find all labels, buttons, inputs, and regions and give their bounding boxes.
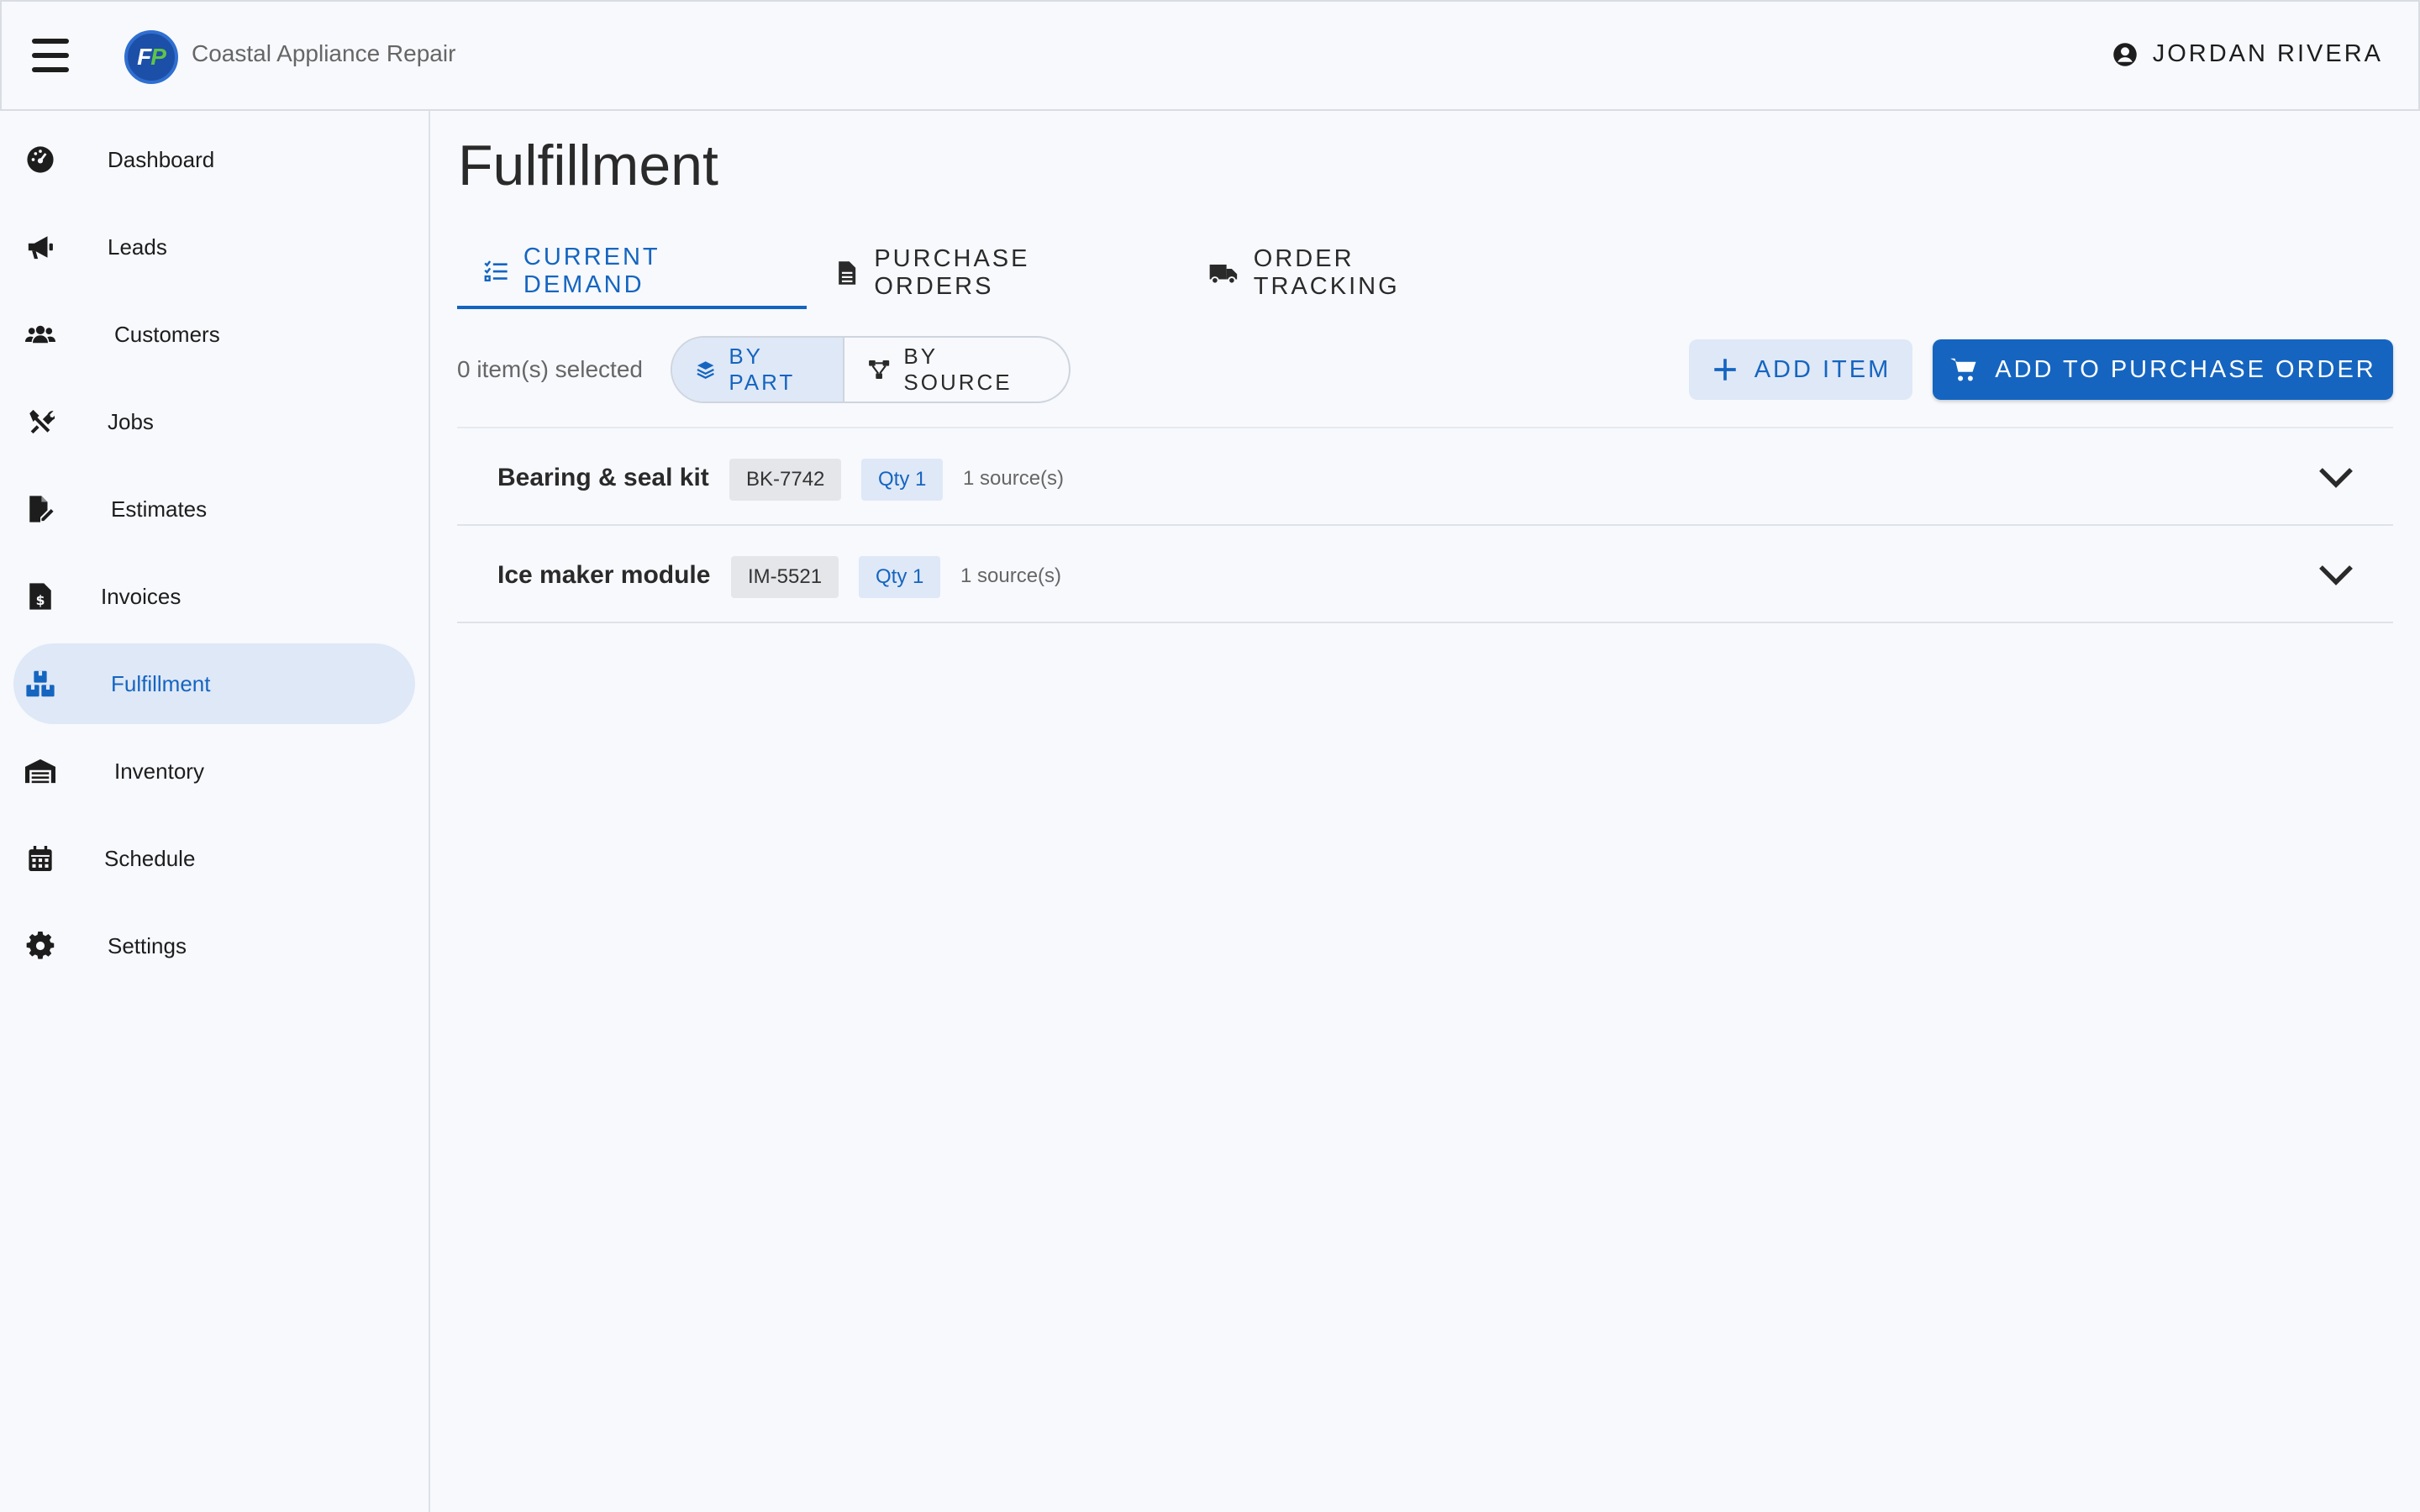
demand-list: Bearing & seal kit BK-7742 Qty 1 1 sourc…: [457, 427, 2393, 623]
top-app-bar: FP Coastal Appliance Repair JORDAN RIVER…: [0, 0, 2420, 111]
tab-label: CURRENT DEMAND: [523, 244, 660, 298]
sidebar-item-customers[interactable]: Customers: [13, 294, 415, 375]
add-item-label: ADD ITEM: [1754, 355, 1891, 383]
network-icon: [869, 360, 890, 379]
plus-icon: [1713, 359, 1736, 381]
sidebar-item-invoices[interactable]: $ Invoices: [13, 556, 415, 637]
sidebar-item-label: Fulfillment: [111, 670, 211, 696]
sidebar-item-label: Schedule: [104, 845, 196, 871]
users-icon: [25, 319, 55, 349]
user-menu[interactable]: JORDAN RIVERA: [2112, 40, 2383, 68]
list-item[interactable]: Ice maker module IM-5521 Qty 1 1 source(…: [457, 526, 2393, 623]
tools-icon: [25, 407, 55, 437]
quantity-chip: Qty 1: [861, 459, 944, 501]
list-item[interactable]: Bearing & seal kit BK-7742 Qty 1 1 sourc…: [457, 428, 2393, 526]
item-name: Bearing & seal kit: [497, 464, 709, 491]
group-by-toggle: BY PART BY SOURCE: [671, 336, 1071, 403]
sidebar-item-label: Customers: [114, 321, 220, 347]
shopping-cart-icon: [1950, 358, 1976, 381]
company-logo: FP: [124, 30, 178, 84]
document-icon: [839, 261, 856, 285]
dashboard-gauge-icon: [25, 144, 55, 175]
item-name: Ice maker module: [497, 561, 711, 589]
by-source-button[interactable]: BY SOURCE: [844, 338, 1069, 402]
user-name: JORDAN RIVERA: [2152, 40, 2383, 67]
sidebar-item-jobs[interactable]: Jobs: [13, 381, 415, 462]
sidebar-item-settings[interactable]: Settings: [13, 906, 415, 986]
tab-label: ORDER TRACKING: [1253, 245, 1400, 300]
warehouse-icon: [25, 756, 55, 786]
by-part-label: BY PART: [729, 344, 796, 395]
sidebar-item-estimates[interactable]: Estimates: [13, 469, 415, 549]
quantity-chip: Qty 1: [859, 556, 941, 598]
sidebar: Dashboard Leads Customers Jobs Estimates…: [0, 111, 430, 1512]
truck-icon: [1209, 265, 1238, 285]
sidebar-item-schedule[interactable]: Schedule: [13, 818, 415, 899]
hamburger-menu-icon[interactable]: [32, 39, 69, 72]
source-count: 1 source(s): [963, 467, 1065, 490]
sidebar-item-label: Settings: [108, 932, 187, 958]
tab-purchase-orders[interactable]: PURCHASE ORDERS: [808, 237, 1170, 309]
by-source-label: BY SOURCE: [903, 344, 1013, 395]
sidebar-item-leads[interactable]: Leads: [13, 207, 415, 287]
svg-text:$: $: [36, 593, 45, 608]
checklist-icon: [484, 260, 508, 282]
account-circle-icon: [2112, 42, 2137, 66]
sidebar-item-fulfillment[interactable]: Fulfillment: [13, 643, 415, 724]
chevron-down-icon[interactable]: [2317, 559, 2354, 590]
boxes-icon: [25, 669, 55, 699]
part-number-chip: BK-7742: [729, 459, 842, 501]
sidebar-item-label: Estimates: [111, 496, 208, 522]
company-name: Coastal Appliance Repair: [192, 40, 456, 66]
sidebar-item-dashboard[interactable]: Dashboard: [13, 119, 415, 200]
add-item-button[interactable]: ADD ITEM: [1689, 339, 1912, 400]
sidebar-item-label: Invoices: [101, 583, 182, 609]
tab-current-demand[interactable]: CURRENT DEMAND: [457, 237, 807, 309]
gear-icon: [25, 931, 55, 961]
chevron-down-icon[interactable]: [2317, 462, 2354, 492]
sidebar-item-label: Inventory: [114, 758, 204, 784]
by-part-button[interactable]: BY PART: [672, 338, 845, 402]
source-count: 1 source(s): [960, 564, 1062, 587]
file-edit-icon: [25, 494, 55, 524]
calendar-icon: [25, 843, 55, 874]
layers-icon: [697, 361, 714, 380]
sidebar-item-label: Dashboard: [108, 146, 215, 172]
page-title: Fulfillment: [458, 134, 718, 197]
tab-order-tracking[interactable]: ORDER TRACKING: [1181, 237, 1534, 309]
sidebar-item-label: Leads: [108, 234, 167, 260]
part-number-chip: IM-5521: [731, 556, 839, 598]
add-to-purchase-order-label: ADD TO PURCHASE ORDER: [1995, 355, 2376, 383]
add-to-purchase-order-button[interactable]: ADD TO PURCHASE ORDER: [1933, 339, 2393, 400]
invoice-dollar-icon: $: [25, 581, 55, 612]
selection-count: 0 item(s) selected: [457, 356, 643, 382]
tab-label: PURCHASE ORDERS: [874, 245, 1030, 300]
sidebar-item-label: Jobs: [108, 408, 154, 434]
megaphone-icon: [25, 232, 55, 262]
sidebar-item-inventory[interactable]: Inventory: [13, 731, 415, 811]
